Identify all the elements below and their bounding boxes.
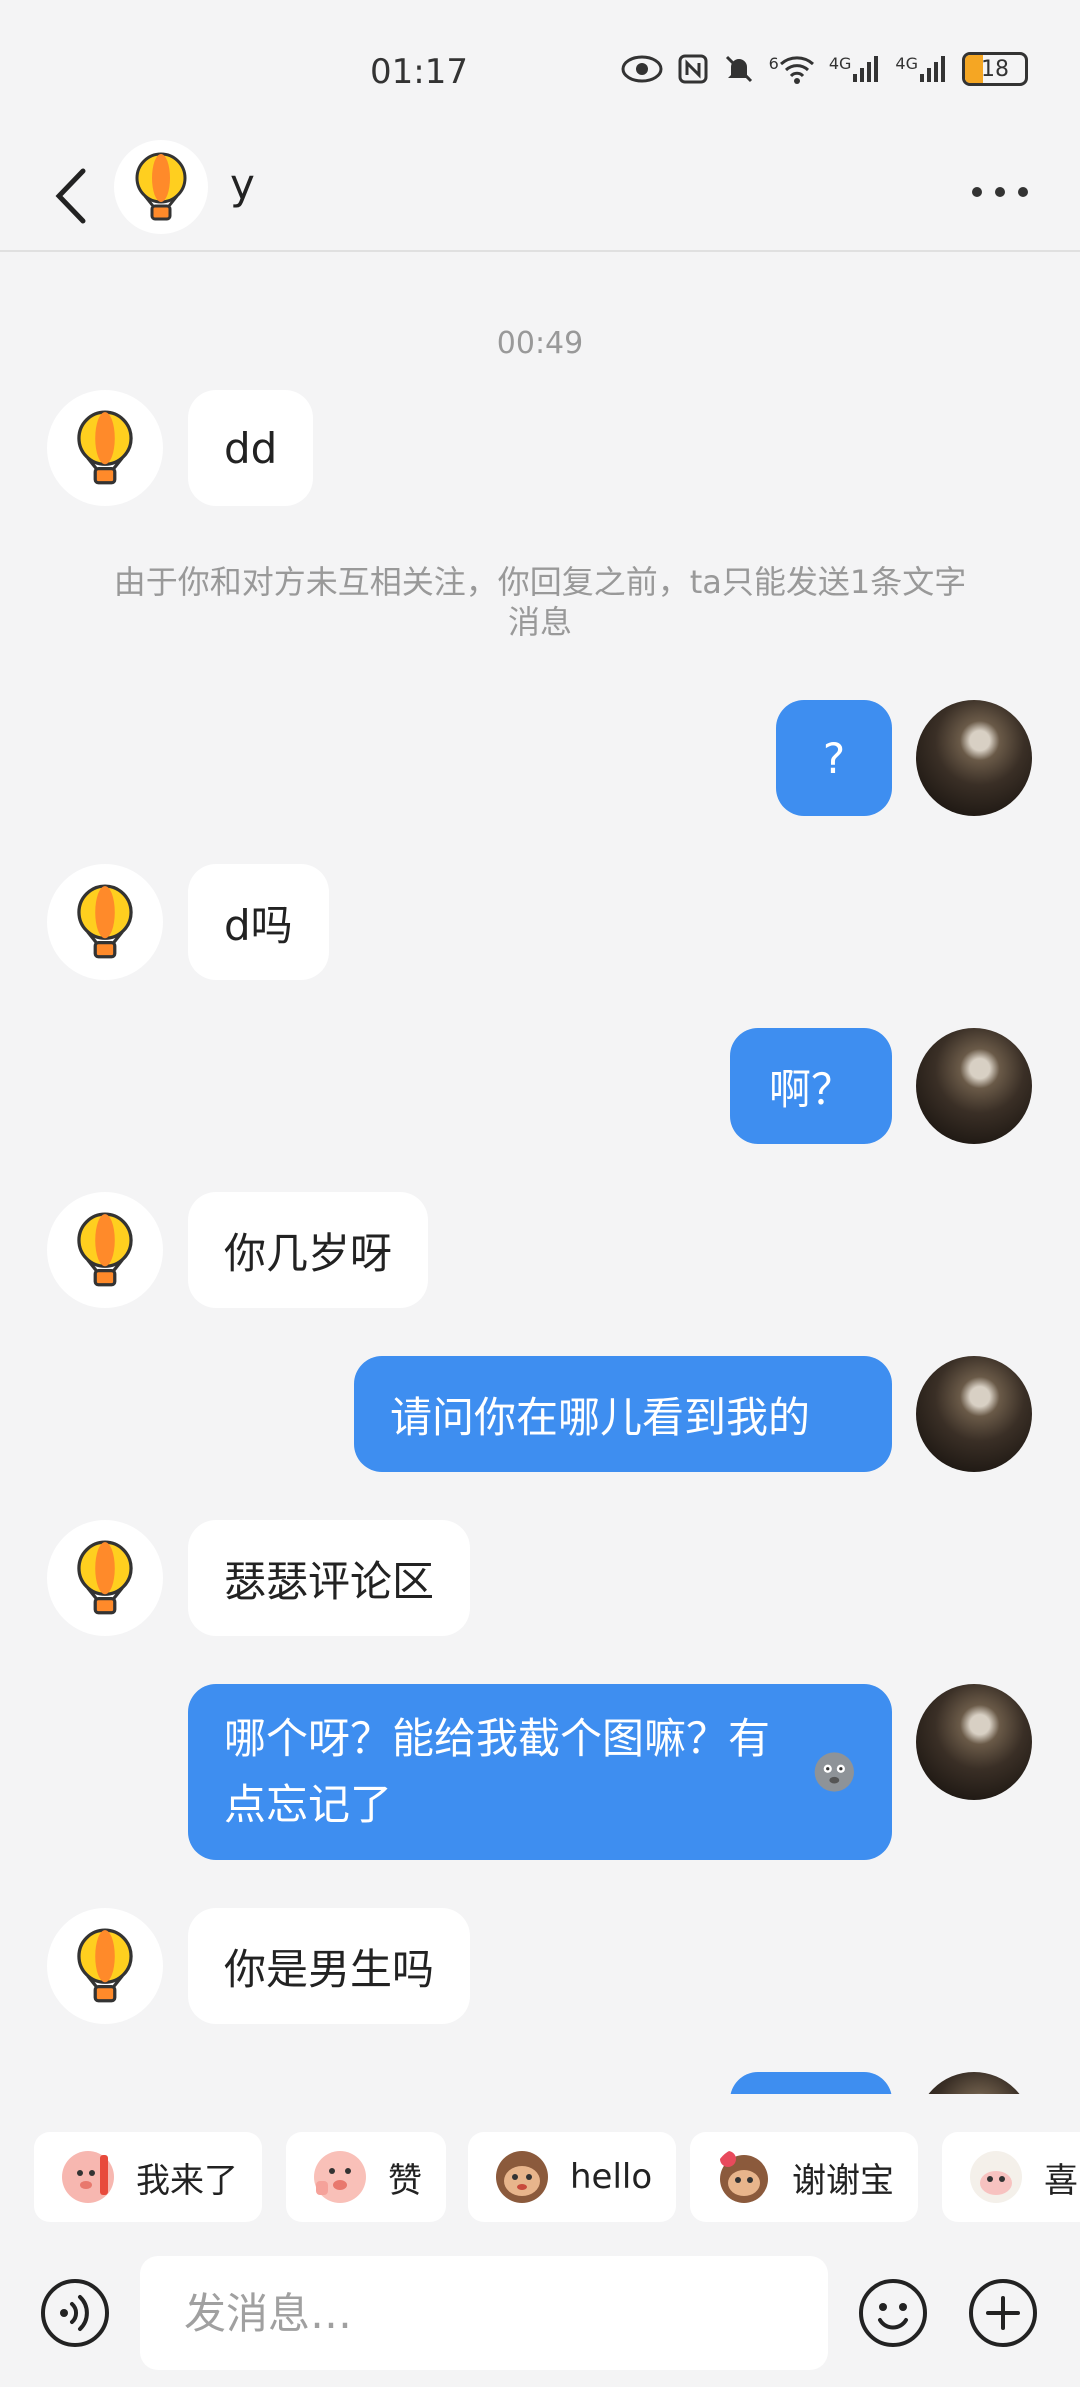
quick-sticker-chip[interactable]: 赞	[286, 2132, 446, 2222]
voice-icon	[41, 2279, 109, 2347]
message-bubble-incoming[interactable]: d吗	[188, 864, 329, 980]
dizzy-emoji-icon	[815, 1752, 855, 1792]
chevron-left-icon	[55, 168, 86, 224]
status-time: 01:17	[370, 52, 468, 92]
more-dots-icon	[972, 187, 1028, 197]
quick-sticker-label: hello	[570, 2157, 653, 2197]
contact-avatar[interactable]	[114, 140, 208, 234]
contact-avatar[interactable]	[47, 1520, 163, 1636]
sticker-monkey-icon	[496, 2151, 548, 2203]
balloon-icon	[77, 884, 133, 959]
wifi-group: 6	[769, 54, 815, 84]
more-button[interactable]	[960, 162, 1040, 222]
balloon-icon	[77, 1540, 133, 1615]
nfc-icon	[678, 54, 708, 84]
message-bubble-outgoing[interactable]: 哪个呀？能给我截个图嘛？有点忘记了	[188, 1684, 892, 1860]
quick-sticker-chip[interactable]: hello	[468, 2132, 677, 2222]
signal-group-1: 4G	[829, 54, 882, 84]
quick-sticker-label: 谢谢宝	[792, 2160, 894, 2201]
chat-header: y	[0, 140, 1080, 252]
message-input[interactable]	[140, 2256, 828, 2370]
quick-sticker-label: 赞	[388, 2160, 422, 2201]
quick-sticker-label: 我来了	[136, 2160, 238, 2201]
back-button[interactable]	[40, 162, 100, 230]
voice-button[interactable]	[40, 2278, 110, 2348]
my-avatar[interactable]	[916, 1028, 1032, 1144]
message-bubble-incoming[interactable]: dd	[188, 390, 314, 506]
message-timestamp: 00:49	[496, 326, 584, 361]
quick-sticker-chip[interactable]: 我来了	[34, 2132, 262, 2222]
balloon-icon	[77, 1928, 133, 2003]
my-avatar[interactable]	[916, 1356, 1032, 1472]
battery-icon: 18	[962, 52, 1028, 86]
battery-level: 18	[981, 56, 1009, 82]
message-bubble-incoming[interactable]: 你几岁呀	[188, 1192, 429, 1308]
quick-sticker-chip[interactable]: 喜	[942, 2132, 1080, 2222]
my-avatar[interactable]	[916, 700, 1032, 816]
eye-icon	[621, 55, 663, 83]
sticker-button[interactable]	[858, 2278, 928, 2348]
wifi-icon	[779, 56, 814, 84]
signal-icon	[920, 56, 945, 82]
contact-avatar[interactable]	[47, 390, 163, 506]
message-bubble-incoming[interactable]: 瑟瑟评论区	[188, 1520, 471, 1636]
message-bubble-outgoing[interactable]: ?	[776, 700, 892, 816]
status-bar: 01:17 6 4G 4G 18	[0, 0, 1080, 140]
message-bubble-outgoing[interactable]: 请问你在哪儿看到我的	[354, 1356, 892, 1472]
contact-avatar[interactable]	[47, 1908, 163, 2024]
mute-icon	[725, 55, 752, 83]
signal-label-1: 4G	[828, 54, 852, 73]
message-bubble-incoming[interactable]: 你是男生吗	[188, 1908, 471, 2024]
signal-label-2: 4G	[895, 54, 918, 73]
plus-icon	[969, 2279, 1037, 2347]
wifi-badge: 6	[768, 54, 779, 73]
message-text: 哪个呀？能给我截个图嘛？有点忘记了	[224, 1714, 771, 1829]
contact-avatar[interactable]	[47, 1192, 163, 1308]
balloon-icon	[77, 410, 133, 485]
sticker-sheep-icon	[970, 2151, 1022, 2203]
more-actions-button[interactable]	[968, 2278, 1038, 2348]
sticker-monkey-flower-icon	[720, 2151, 768, 2203]
signal-icon	[853, 56, 879, 82]
quick-sticker-label: 喜	[1044, 2160, 1078, 2201]
my-avatar[interactable]	[916, 1684, 1032, 1800]
contact-name[interactable]: y	[230, 160, 255, 209]
quick-sticker-chip[interactable]: 谢谢宝	[690, 2132, 918, 2222]
status-icons: 6 4G 4G 18	[621, 52, 1028, 86]
composer	[0, 2250, 1080, 2370]
sticker-pig-icon	[62, 2151, 114, 2203]
contact-avatar[interactable]	[47, 864, 163, 980]
signal-group-2: 4G	[895, 54, 948, 84]
sticker-thumbs-icon	[314, 2151, 366, 2203]
message-bubble-outgoing[interactable]: 啊？	[730, 1028, 892, 1144]
balloon-icon	[135, 152, 187, 221]
system-note: 由于你和对方未互相关注，你回复之前，ta只能发送1条文字消息	[113, 563, 967, 641]
balloon-icon	[77, 1212, 133, 1287]
smiley-icon	[859, 2279, 927, 2347]
